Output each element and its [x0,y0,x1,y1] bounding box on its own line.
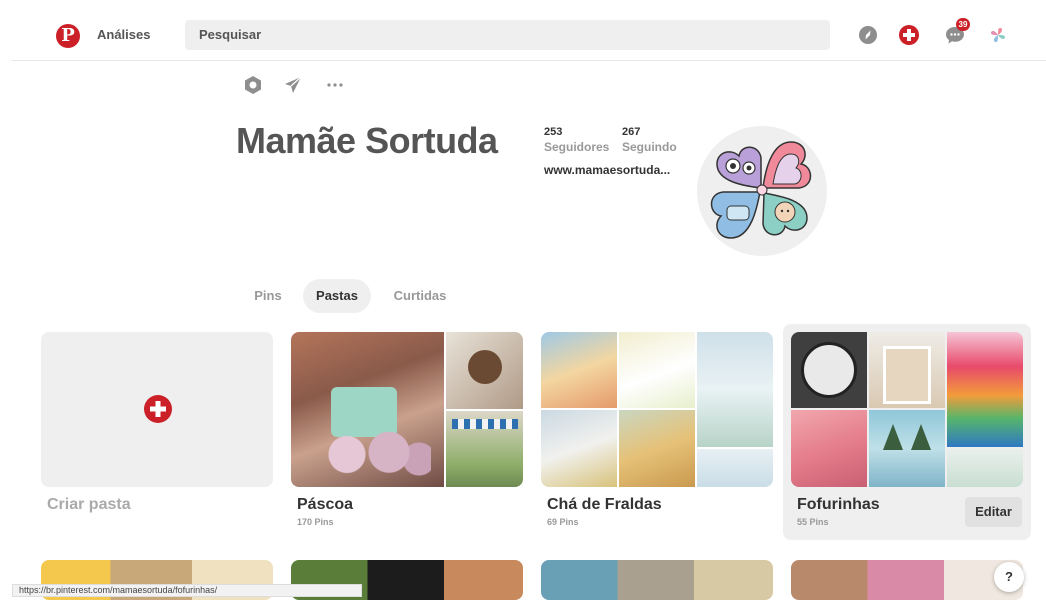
more-options-icon[interactable] [325,75,345,95]
board-cover-image [619,410,695,487]
tab-pastas[interactable]: Pastas [303,279,371,313]
profile-name: Mamãe Sortuda [236,120,498,161]
board-cover-image [291,332,444,487]
profile-avatar [697,126,827,256]
create-board-card[interactable] [41,332,273,487]
nav-analytics-link[interactable]: Análises [97,27,150,42]
board-count-fofurinhas: 55 Pins [797,517,829,527]
search-input[interactable]: Pesquisar [185,20,830,50]
help-button[interactable]: ? [994,562,1024,592]
board-title-cha-de-fraldas[interactable]: Chá de Fraldas [547,496,662,514]
tab-pins[interactable]: Pins [244,279,292,313]
board-cover-image [697,332,773,447]
board-pascoa-cover[interactable] [291,332,523,487]
board-cover-image [697,449,773,487]
top-header: P Análises Pesquisar 39 [0,0,1046,62]
board-title-fofurinhas[interactable]: Fofurinhas [797,496,880,514]
board-cover-image [791,410,867,487]
status-url-bar: https://br.pinterest.com/mamaesortuda/fo… [12,584,362,597]
followers-count[interactable]: 253 [544,126,562,138]
header-divider [12,60,1046,61]
add-board-icon[interactable] [143,394,173,424]
board-count-pascoa: 170 Pins [297,517,334,527]
four-hearts-logo-icon [710,141,812,239]
board-row2-cover[interactable] [791,560,1023,600]
profile-avatar-icon[interactable] [987,24,1009,46]
board-cover-image [947,449,1023,487]
website-link[interactable]: www.mamaesortuda... [544,163,670,177]
board-cover-image [541,410,617,487]
notification-badge: 39 [956,18,970,31]
board-fofurinhas-cover[interactable] [791,332,1023,487]
share-send-icon[interactable] [283,75,303,95]
pinterest-logo-icon[interactable]: P [56,24,80,48]
settings-hexagon-icon[interactable] [243,75,263,95]
create-board-label[interactable]: Criar pasta [47,496,131,514]
board-cha-de-fraldas-cover[interactable] [541,332,773,487]
edit-board-button[interactable]: Editar [965,497,1022,527]
board-cover-image [947,332,1023,447]
board-cover-image [619,332,695,408]
board-cover-image [791,332,867,408]
tab-curtidas[interactable]: Curtidas [383,279,457,313]
board-cover-image [541,332,617,408]
board-cover-image [869,332,945,408]
followers-label[interactable]: Seguidores [544,140,609,154]
board-count-cha-de-fraldas: 69 Pins [547,517,579,527]
board-row2-cover[interactable] [541,560,773,600]
following-count[interactable]: 267 [622,126,640,138]
add-pin-icon[interactable] [898,24,920,46]
board-thumb-image [446,332,523,409]
board-cover-image [869,410,945,487]
board-thumb-image [446,411,523,487]
compass-icon[interactable] [857,24,879,46]
board-title-pascoa[interactable]: Páscoa [297,496,353,514]
following-label[interactable]: Seguindo [622,140,677,154]
